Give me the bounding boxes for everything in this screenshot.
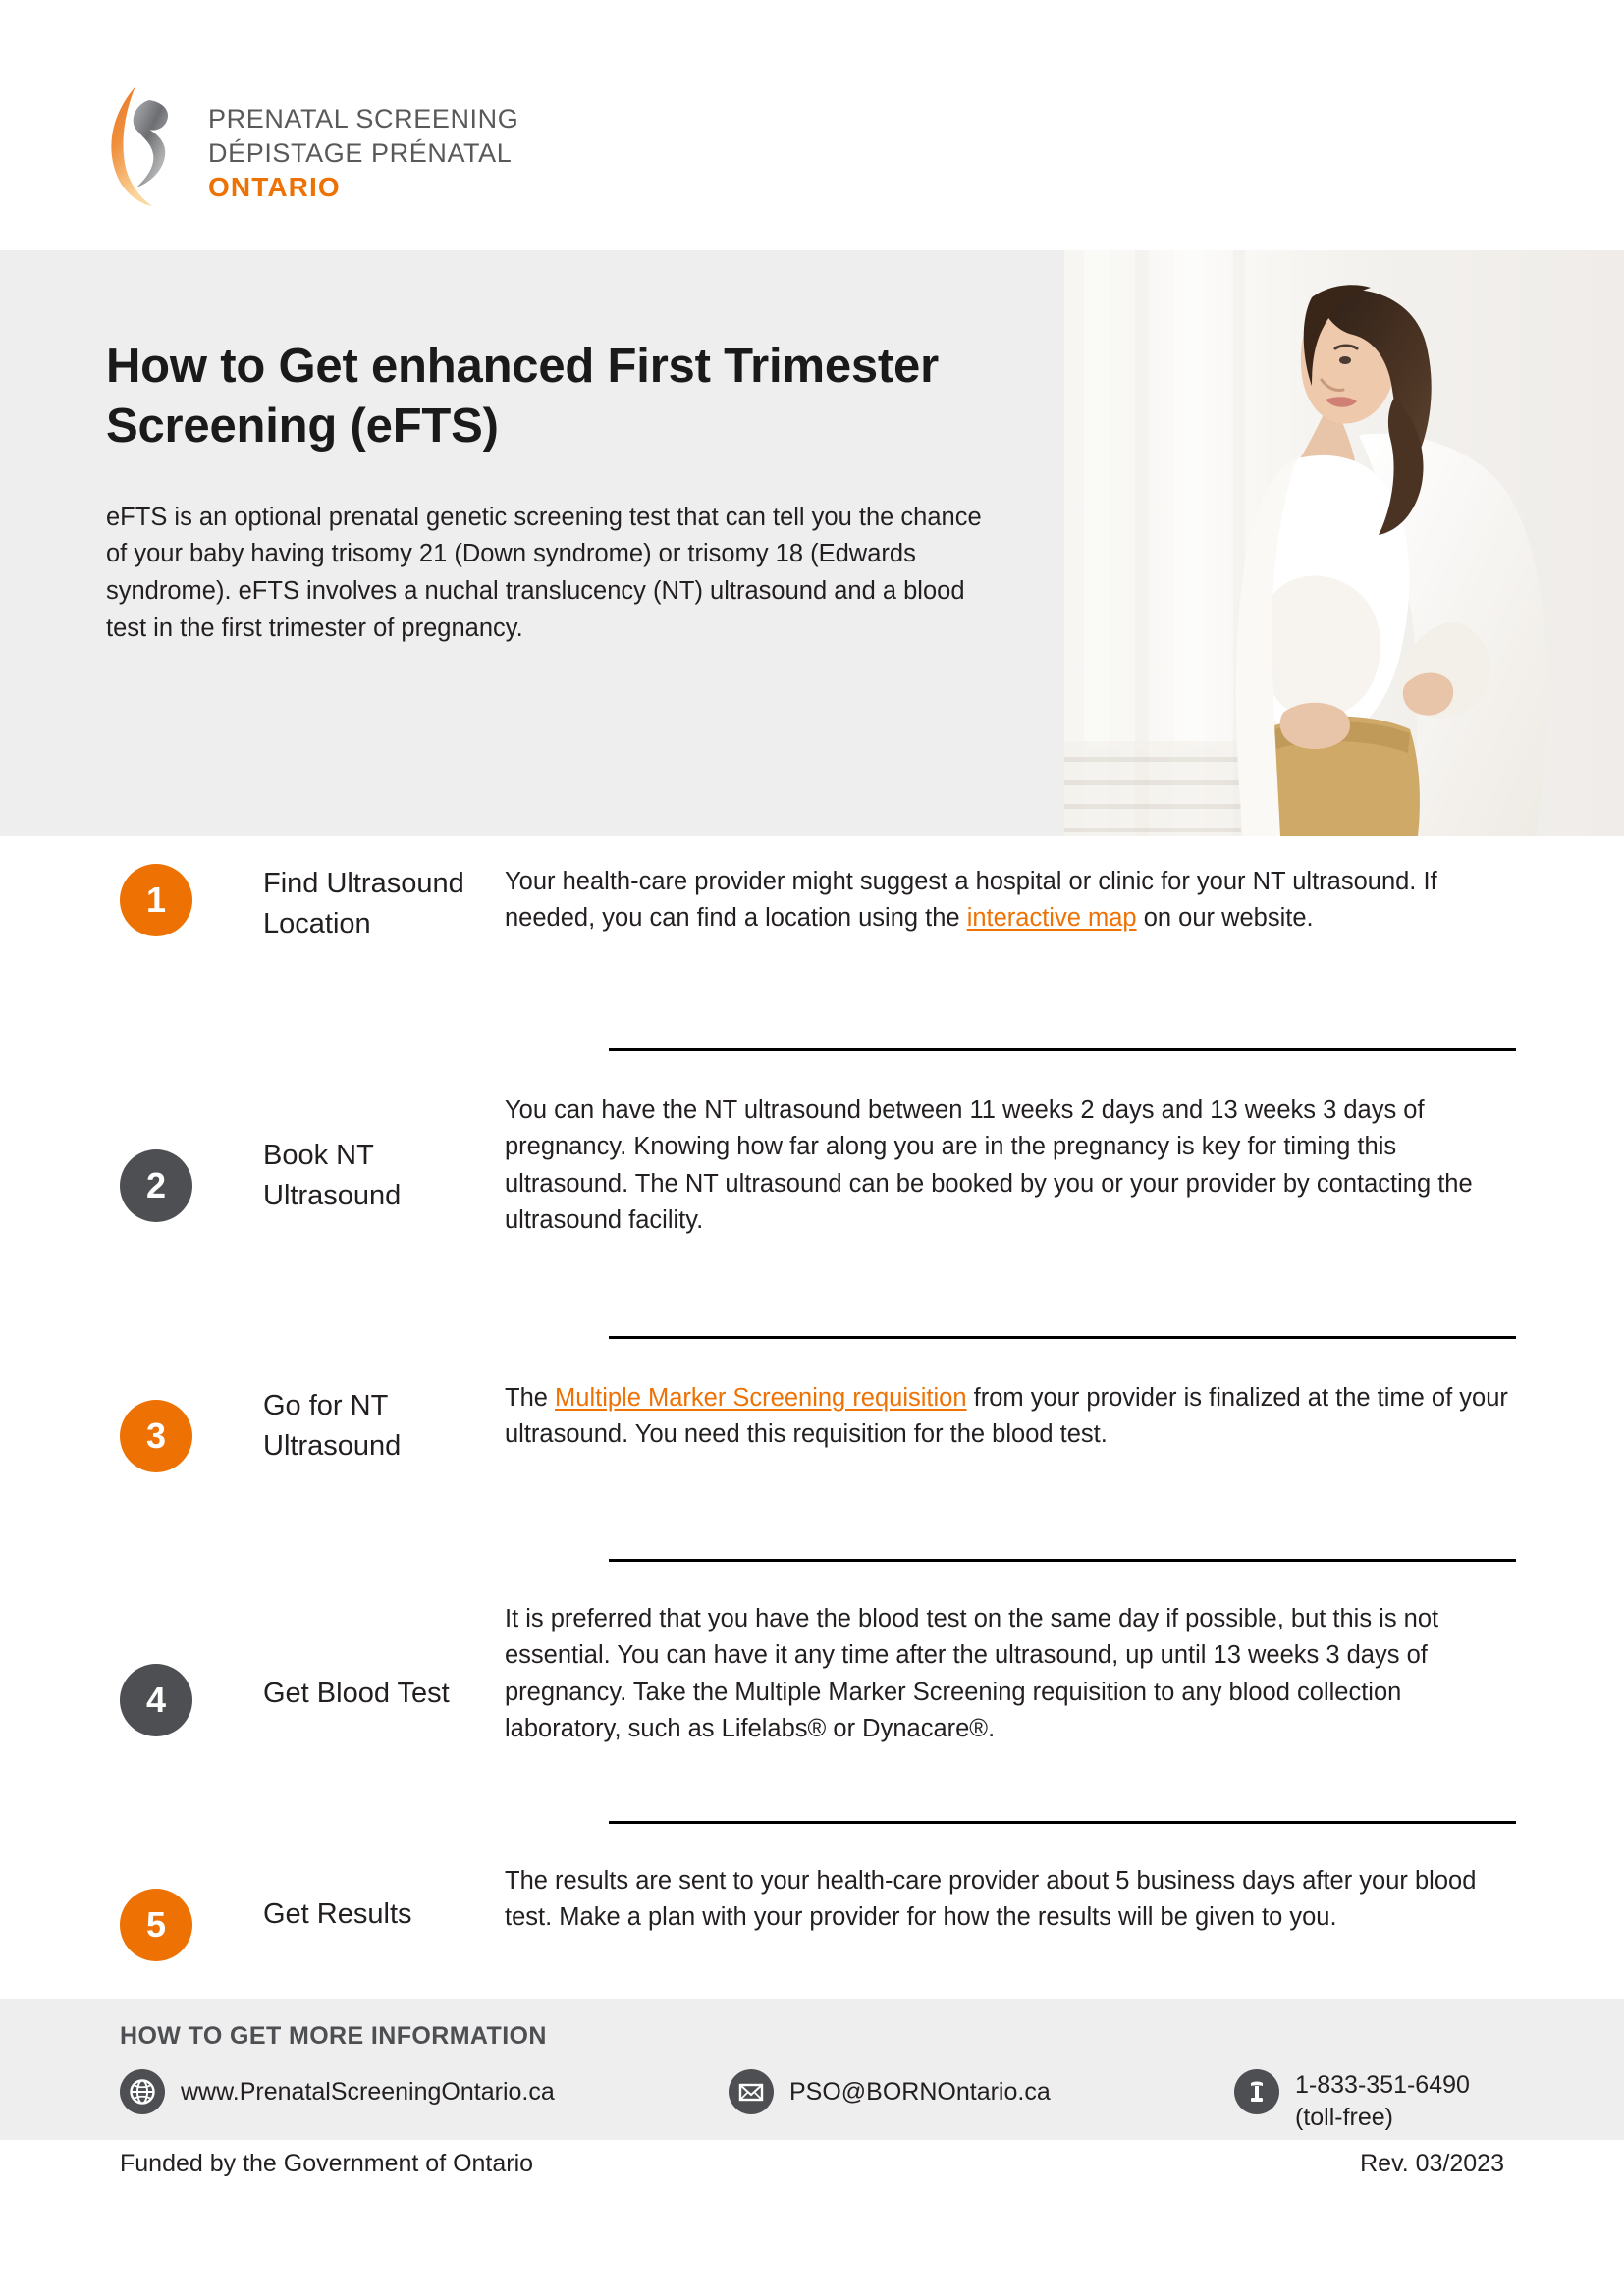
contact-item-phone[interactable]: 1-833-351-6490 (toll-free) — [1234, 2069, 1470, 2133]
step-label: Get Results — [263, 1898, 412, 1930]
website-text: www.PrenatalScreeningOntario.ca — [181, 2077, 555, 2106]
globe-icon — [120, 2069, 165, 2114]
pso-swoosh-logo-icon — [111, 86, 169, 206]
step-divider — [609, 1048, 1516, 1051]
step-label: Find Ultrasound Location — [263, 868, 464, 940]
phone-toll-free-note: (toll-free) — [1295, 2103, 1394, 2131]
step-divider — [609, 1336, 1516, 1339]
logo-line-french: DÉPISTAGE PRÉNATAL — [208, 137, 513, 168]
contact-heading: HOW TO GET MORE INFORMATION — [120, 2022, 547, 2050]
logo-line-english: PRENATAL SCREENING — [208, 104, 519, 133]
pregnant-person-photo — [1064, 250, 1624, 836]
pso-logo: PRENATAL SCREENING DÉPISTAGE PRÉNATAL ON… — [106, 80, 518, 208]
logo-line-ontario: ONTARIO — [208, 172, 341, 203]
step-description: Your health-care provider might suggest … — [505, 864, 1516, 937]
hero-text-block: How to Get enhanced First Trimester Scre… — [106, 337, 1019, 647]
phone-number: 1-833-351-6490 — [1295, 2071, 1470, 2099]
multiple-marker-requisition-link[interactable]: Multiple Marker Screening requisition — [555, 1384, 967, 1412]
step-description: The results are sent to your health-care… — [505, 1863, 1516, 1937]
step-row: 2 Book NT Ultrasound You can have the NT… — [0, 1093, 1624, 1326]
envelope-icon — [729, 2069, 774, 2114]
step-label: Go for NT Ultrasound — [263, 1390, 402, 1463]
interactive-map-link[interactable]: interactive map — [967, 904, 1137, 932]
logo-wordmark: PRENATAL SCREENING DÉPISTAGE PRÉNATAL ON… — [208, 80, 518, 204]
step-row: 3 Go for NT Ultrasound The Multiple Mark… — [0, 1380, 1624, 1537]
step-number-badge: 1 — [120, 864, 192, 936]
step-text-after: on our website. — [1136, 904, 1314, 933]
contact-item-email[interactable]: PSO@BORNOntario.ca — [729, 2069, 1234, 2114]
contact-item-website[interactable]: www.PrenatalScreeningOntario.ca — [120, 2069, 729, 2114]
hero-photo-illustration — [1064, 250, 1624, 836]
step-text-before: The results are sent to your health-care… — [505, 1867, 1477, 1932]
hero-band: How to Get enhanced First Trimester Scre… — [0, 250, 1624, 836]
step-label: Get Blood Test — [263, 1678, 450, 1709]
step-row: 4 Get Blood Test It is preferred that yo… — [0, 1601, 1624, 1807]
contact-footer: HOW TO GET MORE INFORMATION www.Prenatal… — [0, 1999, 1624, 2140]
step-description: You can have the NT ultrasound between 1… — [505, 1093, 1516, 1240]
step-number-badge: 5 — [120, 1889, 192, 1961]
email-text: PSO@BORNOntario.ca — [789, 2077, 1051, 2106]
step-number-badge: 3 — [120, 1400, 192, 1472]
funding-statement: Funded by the Government of Ontario — [120, 2150, 534, 2177]
step-row: 1 Find Ultrasound Location Your health-c… — [0, 864, 1624, 1031]
page-title: How to Get enhanced First Trimester Scre… — [106, 340, 939, 453]
step-text-before: The — [505, 1384, 556, 1412]
revision-label: Rev. 03/2023 — [1360, 2150, 1504, 2177]
step-row: 5 Get Results The results are sent to yo… — [0, 1863, 1624, 2010]
step-text-before: It is preferred that you have the blood … — [505, 1605, 1439, 1743]
step-description: The Multiple Marker Screening requisitio… — [505, 1380, 1516, 1454]
steps-list: 1 Find Ultrasound Location Your health-c… — [0, 864, 1624, 2010]
step-description: It is preferred that you have the blood … — [505, 1601, 1516, 1748]
step-text-before: You can have the NT ultrasound between 1… — [505, 1096, 1473, 1235]
step-divider — [609, 1821, 1516, 1824]
phone-text: 1-833-351-6490 (toll-free) — [1295, 2069, 1470, 2133]
step-divider — [609, 1559, 1516, 1562]
step-label: Book NT Ultrasound — [263, 1140, 402, 1212]
hero-description: eFTS is an optional prenatal genetic scr… — [106, 503, 982, 642]
telephone-icon — [1234, 2069, 1279, 2114]
page-root: PRENATAL SCREENING DÉPISTAGE PRÉNATAL ON… — [0, 0, 1624, 2296]
step-number-badge: 4 — [120, 1664, 192, 1736]
contact-items: www.PrenatalScreeningOntario.ca PSO@BORN… — [120, 2069, 1524, 2133]
step-number-badge: 2 — [120, 1149, 192, 1222]
bottom-bar: Funded by the Government of Ontario Rev.… — [0, 2150, 1624, 2178]
